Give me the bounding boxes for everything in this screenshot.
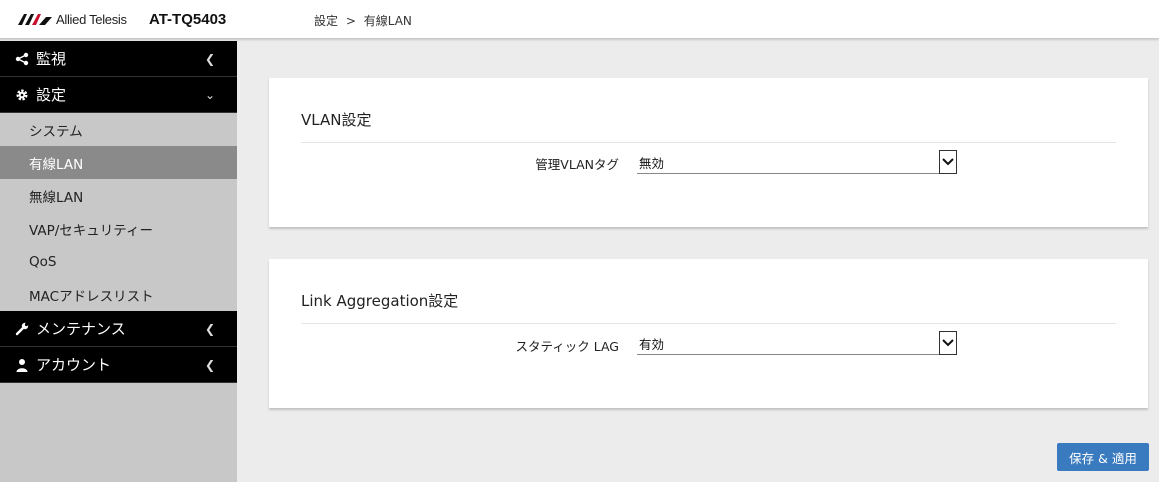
device-model: AT-TQ5403 [149,11,227,28]
brand-name: Allied Telesis [56,11,127,27]
share-icon [14,51,30,67]
breadcrumb-current: 有線LAN [363,14,412,28]
divider [301,323,1116,324]
sidebar-item-label: 設定 [36,86,67,104]
breadcrumb: 設定 > 有線LAN [314,12,416,29]
chevron-left-icon: ❮ [204,322,215,336]
sidebar-item-mac-address-list[interactable]: MACアドレスリスト [0,278,237,311]
link-aggregation-panel: Link Aggregation設定 スタティック LAG 有効 [269,259,1148,408]
management-vlan-tag-select[interactable]: 無効 [637,150,957,174]
field-label: 管理VLANタグ [535,157,619,172]
sidebar-item-account[interactable]: アカウント ❮ [0,347,237,383]
sidebar-item-system[interactable]: システム [0,113,237,146]
brand-logo: Allied Telesis [18,11,127,27]
save-apply-button[interactable]: 保存 & 適用 [1057,443,1149,471]
vlan-settings-panel: VLAN設定 管理VLANタグ 無効 [269,78,1148,227]
sidebar-item-wireless-lan[interactable]: 無線LAN [0,179,237,212]
divider [301,142,1116,143]
chevron-down-icon: ⌄ [204,88,215,102]
top-header: Allied Telesis AT-TQ5403 設定 > 有線LAN [0,0,1159,39]
breadcrumb-settings[interactable]: 設定 [314,14,338,28]
sidebar-item-settings[interactable]: 設定 ⌄ [0,77,237,113]
chevron-left-icon: ❮ [204,52,215,66]
sidebar: 監視 ❮ 設定 ⌄ システム 有線LAN 無線LAN VAP/セキュリティー Q… [0,41,237,482]
wrench-icon [14,321,30,337]
sidebar-item-label: メンテナンス [36,320,126,338]
sidebar-item-qos[interactable]: QoS [0,245,237,278]
chevron-down-icon[interactable] [939,150,957,174]
sidebar-item-vap-security[interactable]: VAP/セキュリティー [0,212,237,245]
static-lag-select[interactable]: 有効 [637,331,957,355]
allied-telesis-logo-icon [18,14,52,25]
user-icon [14,357,30,373]
select-value: 無効 [639,156,665,171]
panel-title: VLAN設定 [301,111,372,129]
breadcrumb-separator: > [345,14,356,28]
panel-title: Link Aggregation設定 [301,292,459,310]
select-value: 有効 [639,337,665,352]
chevron-left-icon: ❮ [204,358,215,372]
sidebar-item-label: 監視 [36,50,67,68]
gear-icon [14,87,30,103]
sidebar-item-monitor[interactable]: 監視 ❮ [0,41,237,77]
chevron-down-icon[interactable] [939,331,957,355]
field-label: スタティック LAG [515,339,620,354]
sidebar-item-label: アカウント [36,356,112,374]
sidebar-item-wired-lan[interactable]: 有線LAN [0,146,237,179]
sidebar-item-maintenance[interactable]: メンテナンス ❮ [0,311,237,347]
